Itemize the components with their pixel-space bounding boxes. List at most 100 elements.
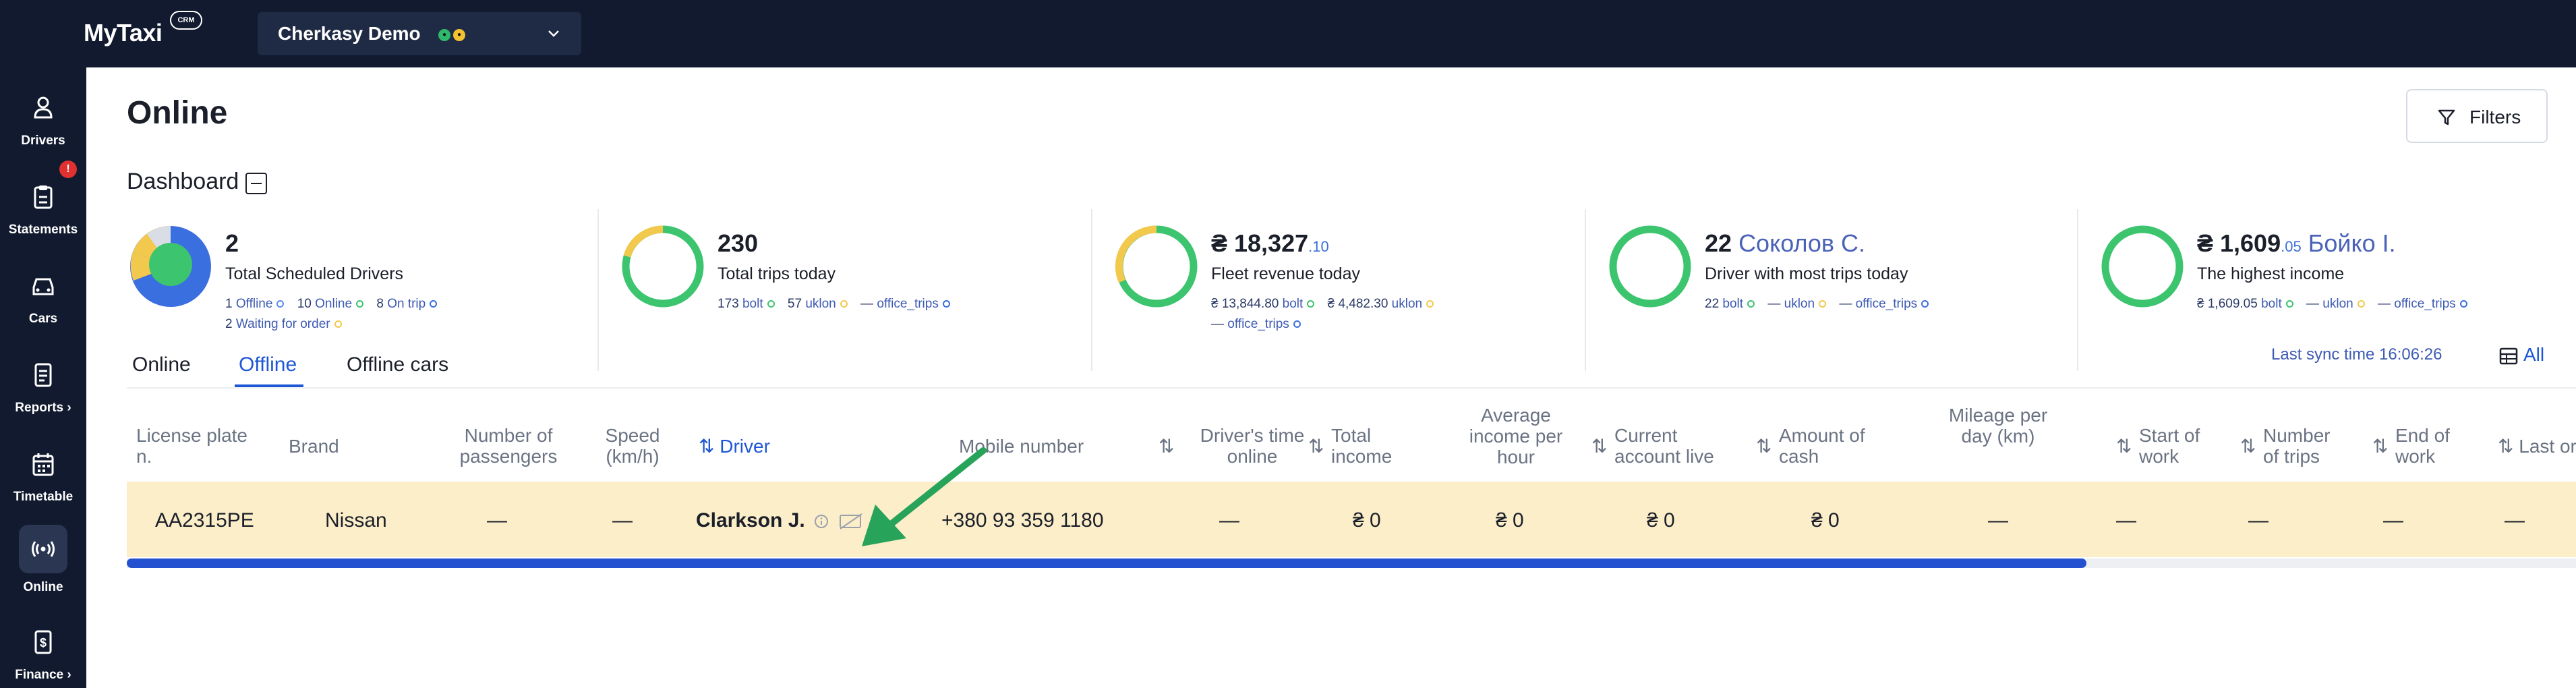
legend-label: bolt [1722,297,1744,311]
all-label: All [2523,344,2545,365]
legend-count: — [1211,317,1224,331]
horizontal-scrollbar-thumb[interactable] [127,558,2086,568]
bolt-status-icon: ● [438,29,450,41]
sidebar-item-statements[interactable]: ! Statements [0,161,86,254]
car-icon [32,278,54,295]
legend-dot-icon [767,300,775,308]
legend-dot-icon [1293,320,1301,328]
tab-online[interactable]: Online [132,353,191,376]
legend-count: ₴ 1,609.05 [2197,297,2258,311]
page-title: Online [127,95,228,131]
cell-last-order: — [2505,509,2525,532]
column-header-driver[interactable]: ⇅ Driver [699,436,770,457]
sidebar-item-drivers[interactable]: Drivers [0,84,86,165]
legend-label: On trip [387,297,426,311]
legend-label: Online [315,297,353,311]
legend-count: 22 [1705,297,1720,311]
card-legend: 22 bolt — uklon — office_trips [1705,294,1938,314]
dashboard-title: Dashboard [127,169,239,194]
columns-all-button[interactable]: All [2499,344,2544,366]
top-bar: MyTaxi CRM Cherkasy Demo ● ● [0,0,2576,67]
legend-label: uklon [1391,297,1423,311]
card-value-main: ₴ 1,609 [2197,229,2281,257]
sort-icon: ⇅ [2116,436,2132,457]
column-header-last-order[interactable]: ⇅ Last order [2498,436,2576,457]
column-header-mileage[interactable]: Mileage per day (km) [1948,405,2049,447]
driver-name-link[interactable]: Соколов С. [1738,229,1865,257]
card-value: 22 Соколов С. [1705,229,1865,258]
card-value-decimals: .10 [1308,238,1329,255]
card-label: Total Scheduled Drivers [225,264,404,283]
cell-account-live: ₴ 0 [1647,509,1675,532]
driver-name[interactable]: Clarkson J. [696,509,805,532]
sidebar-item-reports[interactable]: Reports › [0,351,86,432]
info-icon[interactable] [813,513,829,529]
sort-icon: ⇅ [2372,436,2389,457]
sidebar-item-cars[interactable]: Cars [0,262,86,343]
sidebar-item-timetable[interactable]: Timetable [0,440,86,521]
cell-plate: AA2315PE [155,509,254,532]
cell-speed: — [612,509,633,532]
column-header-brand[interactable]: Brand [289,436,339,457]
card-top-driver: 22 Соколов С. Driver with most trips tod… [1606,202,2078,378]
column-header-plate[interactable]: License plate n. [136,425,264,467]
legend-count: — [860,297,874,311]
calendar-icon [32,453,54,476]
crm-badge: CRM [170,11,202,30]
card-label: Total trips today [718,264,836,283]
driver-name-link[interactable]: Бойко І. [2308,229,2396,257]
column-header-label: Driver's time online [1200,425,1305,467]
sort-icon: ⇅ [699,436,720,457]
column-header-label: Amount of cash [1779,425,1865,467]
cell-passengers: — [487,509,507,532]
sidebar-item-label: Online [23,580,63,594]
tab-offline-cars[interactable]: Offline cars [347,353,448,376]
column-header-avg-income[interactable]: Average income per hour [1448,405,1583,467]
sidebar-item-label: Cars [28,312,58,326]
legend-dot-icon [1747,300,1755,308]
legend-count: 173 [718,297,739,311]
sort-icon: ⇅ [1756,436,1772,457]
legend-count: 10 [297,297,312,311]
sidebar-item-finance[interactable]: $ Finance › [0,618,86,688]
sort-icon: ⇅ [1591,436,1608,457]
card-value: 230 [718,229,759,257]
legend-dot-icon [430,300,438,308]
column-header-label: End of work [2395,425,2450,467]
sort-icon: ⇅ [1159,436,1175,457]
last-sync-time: Last sync time 16:06:26 [2271,345,2442,364]
column-header-passengers[interactable]: Number of passengers [448,425,569,467]
company-selector[interactable]: Cherkasy Demo ● ● [258,12,581,55]
column-header-label: Total income [1331,425,1393,467]
cell-driver[interactable]: Clarkson J. [696,509,863,532]
card-value-decimals: .05 [2281,238,2302,255]
top-driver-donut-chart [1609,225,1691,308]
legend-label: Waiting for order [235,317,330,331]
divider [1091,209,1092,371]
divider [597,209,599,371]
card-legend: ₴ 1,609.05 bolt — uklon — office_trips [2197,294,2477,314]
filters-button[interactable]: Filters [2406,89,2548,143]
tab-offline[interactable]: Offline [239,353,297,376]
legend-dot-icon [2459,300,2467,308]
sidebar-item-online[interactable]: Online [0,523,86,604]
card-legend: ₴ 13,844.80 bolt ₴ 4,482.30 uklon — offi… [1211,294,1443,335]
sidebar-item-label: Reports › [15,401,71,415]
legend-count: — [2378,297,2391,311]
legend-dot-icon [1426,300,1434,308]
card-fleet-revenue: ₴ 18,327.10 Fleet revenue today ₴ 13,844… [1113,202,1585,378]
legend-label: bolt [2261,297,2282,311]
column-header-speed[interactable]: Speed (km/h) [592,425,673,467]
filter-icon [2438,109,2455,125]
drivers-pie-chart [130,226,211,307]
company-name: Cherkasy Demo [278,23,421,44]
card-value: 2 [225,229,239,257]
column-header-label: Driver [720,436,770,457]
revenue-donut-chart [1115,225,1198,308]
legend-count: ₴ 13,844.80 [1211,297,1279,311]
legend-count: ₴ 4,482.30 [1327,297,1388,311]
app-logo[interactable]: MyTaxi [84,19,163,47]
trips-donut-chart [622,225,704,308]
divider [2077,209,2078,371]
collapse-icon[interactable] [245,173,267,194]
